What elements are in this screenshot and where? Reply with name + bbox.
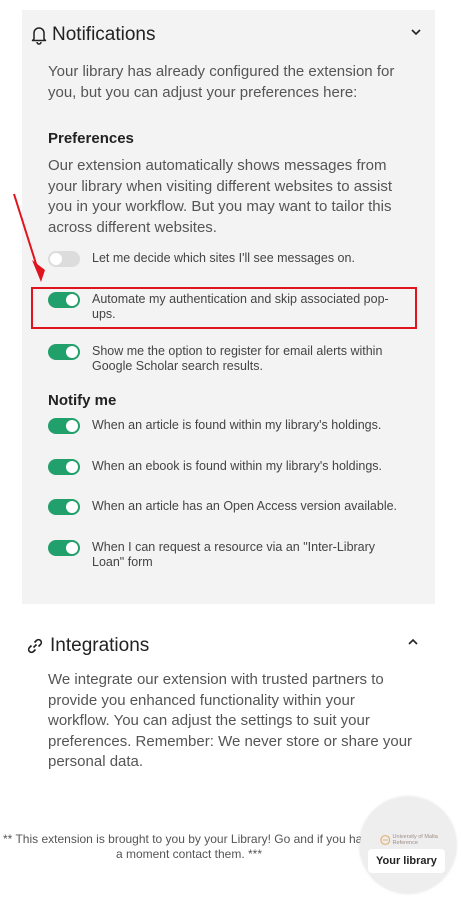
notify-option-interlibrary-loan: When I can request a resource via an "In… [48,540,410,570]
bell-icon [31,27,47,45]
highlight-box [31,287,417,329]
integrations-description: We integrate our extension with trusted … [48,671,413,770]
toggle-email-alerts[interactable] [48,344,80,360]
notify-option-article-holdings: When an article is found within my libra… [48,418,410,434]
preferences-heading: Preferences [48,130,134,147]
notifications-title: Notifications [52,24,156,45]
integrations-title: Integrations [50,635,150,656]
option-label: When an ebook is found within my library… [92,459,383,473]
option-label: When an article is found within my libra… [92,418,382,432]
option-label: Show me the option to register for email… [92,344,383,373]
integrations-header: Integrations [26,635,149,657]
footer-note: ** This extension is brought to you by y… [3,832,375,861]
your-library-label: Your library [368,849,445,873]
chevron-down-icon[interactable] [411,24,421,39]
preferences-description: Our extension automatically shows messag… [48,157,393,236]
your-library-button[interactable]: University of Malta Reference Your libra… [360,797,456,893]
toggle-ebook-holdings[interactable] [48,459,80,475]
arrow-icon [13,193,45,282]
chevron-up-icon[interactable] [408,633,418,648]
notifications-intro: Your library has already configured the … [48,63,395,101]
link-icon [27,638,43,654]
notify-me-heading: Notify me [48,392,117,409]
toggle-article-holdings[interactable] [48,418,80,434]
option-decide-sites: Let me decide which sites I'll see messa… [48,251,410,267]
toggle-open-access[interactable] [48,499,80,515]
toggle-interlibrary-loan[interactable] [48,540,80,556]
library-logo-text: University of Malta Reference [392,834,438,846]
notify-option-ebook-holdings: When an ebook is found within my library… [48,459,410,475]
option-label: When an article has an Open Access versi… [92,499,398,513]
notifications-header: Notifications [30,24,156,46]
option-label: Let me decide which sites I'll see messa… [92,251,355,265]
toggle-decide-sites[interactable] [48,251,80,267]
university-logo-icon: University of Malta Reference [380,834,456,846]
option-label: When I can request a resource via an "In… [92,540,376,569]
notify-option-open-access: When an article has an Open Access versi… [48,499,410,515]
option-email-alerts: Show me the option to register for email… [48,344,410,374]
